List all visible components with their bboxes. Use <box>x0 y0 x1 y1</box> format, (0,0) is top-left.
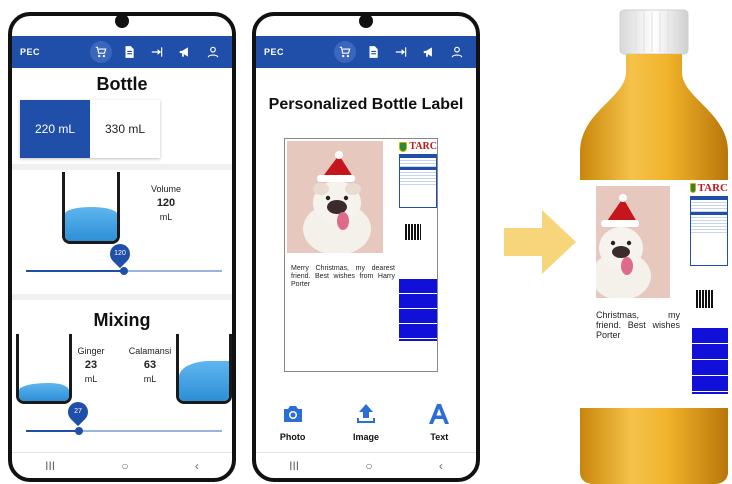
cart-icon[interactable] <box>334 41 356 63</box>
photo-tool-label: Photo <box>279 432 306 442</box>
size-220-button[interactable]: 220 mL <box>20 100 90 158</box>
camera-notch <box>115 16 129 28</box>
ginger-readout: Ginger 23 mL <box>66 346 116 384</box>
qr-code <box>405 224 421 240</box>
nav-icons <box>90 41 224 63</box>
calamansi-beaker <box>176 334 232 404</box>
recent-apps-button[interactable]: III <box>45 459 55 473</box>
document-icon[interactable] <box>362 41 384 63</box>
mixing-title: Mixing <box>93 310 151 330</box>
camera-icon <box>283 406 302 422</box>
divider <box>12 294 232 300</box>
image-tool-label: Image <box>352 432 379 442</box>
camera-notch <box>359 16 373 28</box>
bottle-brand-mark: TARC <box>697 182 728 194</box>
ginger-label: Ginger <box>77 346 105 356</box>
arrow-right-icon <box>504 210 576 274</box>
app-bar: PEC <box>256 36 476 68</box>
back-button[interactable]: ‹ <box>439 459 443 473</box>
recent-apps-button[interactable]: III <box>289 459 299 473</box>
volume-readout: Volume 120 mL <box>136 184 196 222</box>
volume-slider-tooltip: 120 <box>105 239 135 269</box>
login-icon[interactable] <box>390 41 412 63</box>
megaphone-icon[interactable] <box>418 41 440 63</box>
nav-icons <box>334 41 468 63</box>
size-330-button[interactable]: 330 mL <box>90 100 160 158</box>
home-button[interactable]: ○ <box>121 459 128 473</box>
volume-slider[interactable] <box>26 267 222 275</box>
ginger-value: 23 <box>84 359 98 371</box>
home-button[interactable]: ○ <box>365 459 372 473</box>
label-preview[interactable]: Merry Christmas, my dearest friend. Best… <box>284 138 438 372</box>
ginger-fill <box>19 383 69 401</box>
label-message[interactable]: Merry Christmas, my dearest friend. Best… <box>291 265 395 289</box>
back-button[interactable]: ‹ <box>195 459 199 473</box>
editor-toolbar: Photo Image Text <box>256 402 476 442</box>
volume-beaker <box>62 172 120 244</box>
divider <box>12 164 232 170</box>
crest-icon <box>399 141 408 152</box>
bottle-size-toggle: 220 mL 330 mL <box>20 100 160 158</box>
bottle-dog-photo <box>596 186 670 298</box>
mixing-slider-thumb[interactable] <box>75 427 83 435</box>
phone-bottle-config: PEC Bottle 220 mL 330 mL Volume 120 mL 1… <box>8 12 236 482</box>
phone-label-editor: PEC Personalized Bottle Label Merry Chri… <box>252 12 480 482</box>
bottle-preview: Christmas, my friend. Best wishes Porter… <box>578 2 730 484</box>
bottle-title: Bottle <box>96 74 148 94</box>
user-icon[interactable] <box>446 41 468 63</box>
bottle-label-message: Christmas, my friend. Best wishes Porter <box>596 310 680 340</box>
bottle-brand-panel: TARC <box>690 182 728 308</box>
login-icon[interactable] <box>146 41 168 63</box>
volume-fill <box>65 207 117 241</box>
app-bar: PEC <box>12 36 232 68</box>
mixing-slider-tooltip: 27 <box>63 397 93 427</box>
text-icon <box>429 404 450 424</box>
calamansi-value: 63 <box>143 359 157 371</box>
brand-label: PEC <box>264 47 285 57</box>
system-nav-bar: III ○ ‹ <box>256 452 476 478</box>
nutrition-table <box>399 154 437 208</box>
blue-info-blocks <box>399 279 437 341</box>
bottle-qr-code <box>696 290 714 308</box>
ginger-beaker <box>16 334 72 404</box>
mixing-slider[interactable] <box>26 427 222 435</box>
calamansi-label: Calamansi <box>128 346 172 356</box>
calamansi-unit: mL <box>143 374 157 384</box>
page-title: Personalized Bottle Label <box>268 96 464 113</box>
dog-santa-image <box>596 186 670 298</box>
system-nav-bar: III ○ ‹ <box>12 452 232 478</box>
calamansi-readout: Calamansi 63 mL <box>122 346 178 384</box>
photo-tool[interactable]: Photo <box>263 402 323 442</box>
bottle-nutrition-table <box>690 196 728 266</box>
upload-icon <box>356 404 375 423</box>
calamansi-fill <box>179 361 229 401</box>
text-tool-label: Text <box>430 432 449 442</box>
volume-value: 120 <box>156 197 176 209</box>
brand-mark: TARC <box>409 141 437 152</box>
ginger-unit: mL <box>84 374 98 384</box>
volume-label: Volume <box>150 184 182 194</box>
volume-slider-thumb[interactable] <box>120 267 128 275</box>
dog-santa-image <box>287 141 383 253</box>
document-icon[interactable] <box>118 41 140 63</box>
cart-icon[interactable] <box>90 41 112 63</box>
brand-panel: TARC <box>399 141 437 240</box>
megaphone-icon[interactable] <box>174 41 196 63</box>
crest-icon <box>690 183 696 193</box>
image-tool[interactable]: Image <box>336 402 396 442</box>
dog-photo[interactable] <box>287 141 383 253</box>
text-tool[interactable]: Text <box>409 402 469 442</box>
user-icon[interactable] <box>202 41 224 63</box>
brand-label: PEC <box>20 47 41 57</box>
bottle-blue-info-blocks <box>692 328 728 394</box>
volume-unit: mL <box>159 212 173 222</box>
